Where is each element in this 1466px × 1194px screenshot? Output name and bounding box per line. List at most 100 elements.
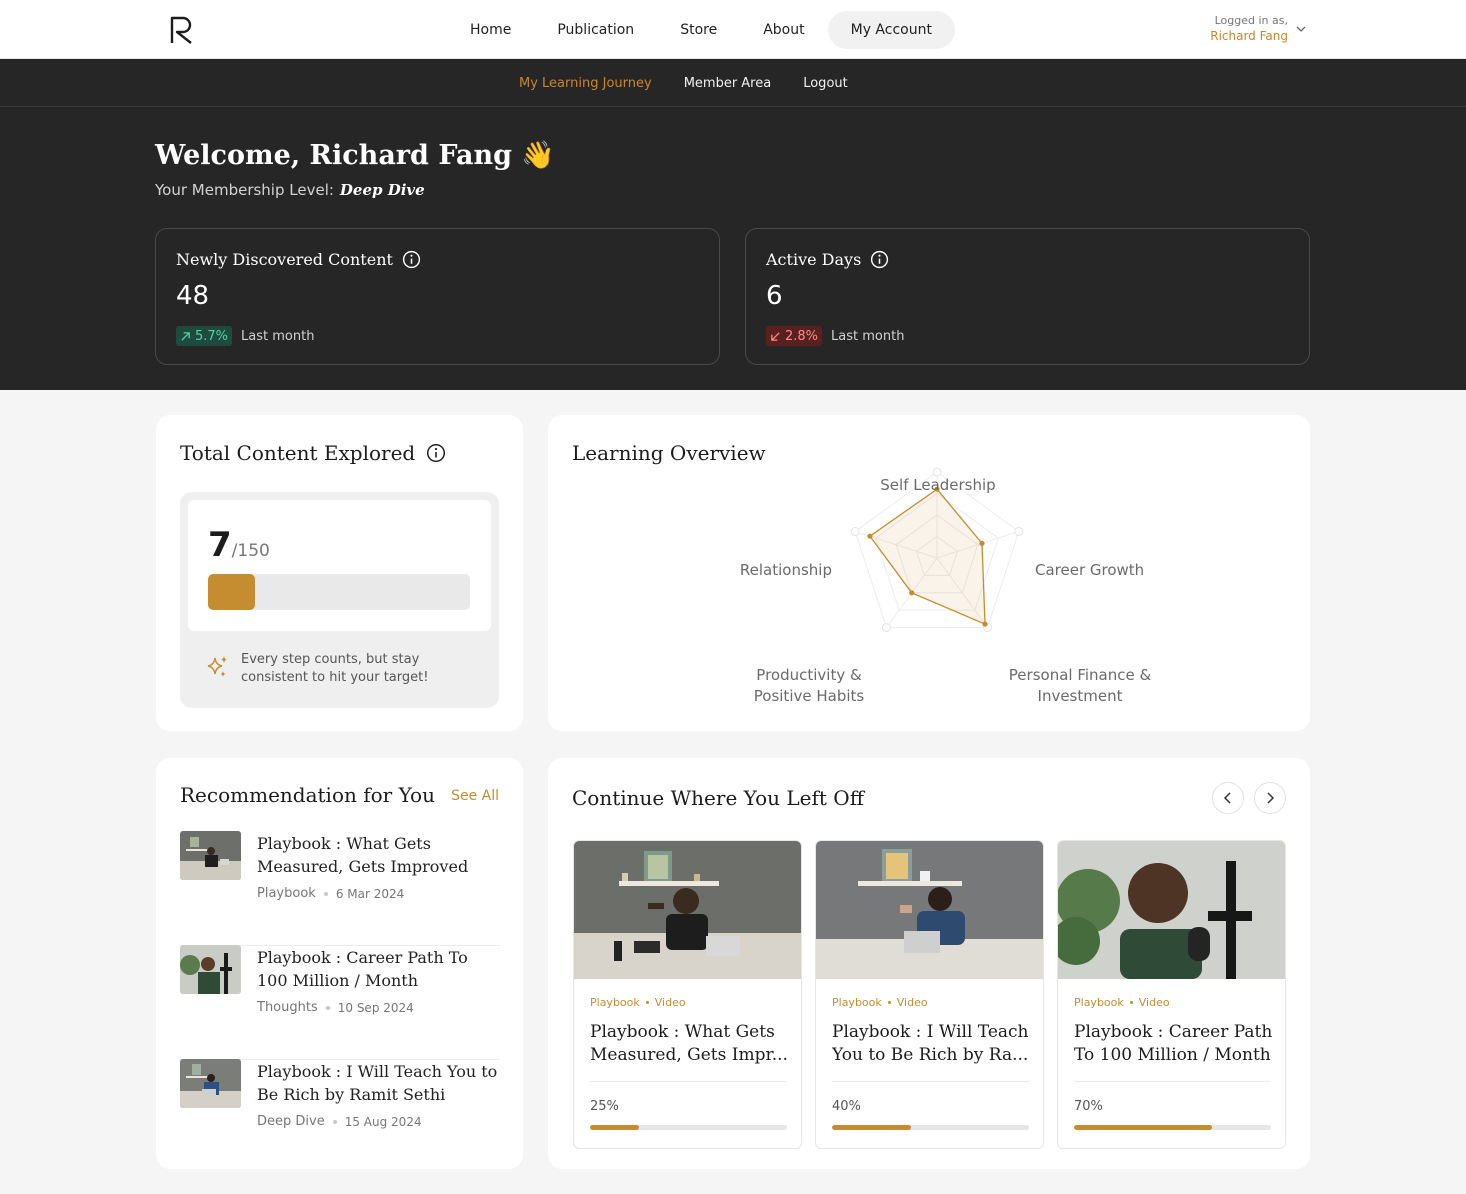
continue-item[interactable]: Playbook Video Playbook : I Will Teach Yo… [815, 840, 1044, 1149]
radar-label-career-growth: Career Growth [1035, 561, 1145, 579]
nav-publication[interactable]: Publication [534, 11, 657, 49]
item-title: Playbook : I Will Teach You to Be Rich b… [832, 1022, 1029, 1065]
radar-label-personal-finance: Personal Finance & Investment [1008, 666, 1152, 705]
logged-in-label: Logged in as, [1214, 14, 1288, 27]
recommendation-title: Playbook : I Will Teach You to Be Rich b… [257, 1062, 498, 1104]
nav-home[interactable]: Home [447, 11, 534, 49]
explored-progress-fill [208, 574, 256, 610]
stat-trend: 5.7% Last month [176, 326, 314, 346]
trend-value: 5.7% [195, 328, 229, 344]
card-title: Total Content Explored [180, 441, 416, 465]
account-menu[interactable]: Logged in as, Richard Fang [1210, 13, 1288, 45]
info-icon[interactable] [870, 250, 889, 269]
membership-label: Your Membership Level: [155, 181, 334, 199]
nav-my-account[interactable]: My Account [827, 11, 955, 49]
item-type: Video [1138, 996, 1170, 1009]
stat-value: 48 [176, 281, 210, 311]
radar-label-relationship: Relationship [739, 561, 832, 579]
recommendation-item[interactable]: Playbook : Career Path To 100 Million / … [180, 945, 500, 1060]
membership-level: Your Membership Level: Deep Dive [155, 181, 425, 199]
trend-up-badge: 5.7% [176, 326, 233, 346]
nav-store[interactable]: Store [657, 11, 740, 49]
radar-chart [850, 467, 1024, 633]
carousel-next-button[interactable] [1254, 782, 1286, 814]
stat-title: Active Days [766, 250, 862, 269]
recommendation-date: 15 Aug 2024 [344, 1114, 422, 1129]
radar-data-area [869, 488, 986, 626]
radar-axis-end [881, 623, 891, 633]
carousel-prev-button[interactable] [1212, 782, 1244, 814]
info-icon[interactable] [426, 443, 446, 463]
radar-label-productivity: Productivity & Positive Habits [753, 666, 865, 705]
radar-data-point [867, 533, 873, 539]
explored-count: 7/150 [208, 525, 270, 565]
see-all-link[interactable]: See All [451, 788, 499, 804]
recommendation-thumbnail [180, 831, 241, 880]
item-title: Playbook : Career Path To 100 Million / … [1074, 1022, 1273, 1065]
item-progress-fill [1074, 1125, 1212, 1130]
explored-value: 7 [208, 525, 232, 565]
subnav-logout[interactable]: Logout [787, 76, 864, 91]
item-type: Video [654, 996, 686, 1009]
continue-card: Continue Where You Left Off Playbook Vide… [548, 758, 1310, 1169]
stat-title: Newly Discovered Content [176, 250, 393, 269]
continue-item[interactable]: Playbook Video Playbook : What Gets Measu… [573, 840, 802, 1149]
radar-label-self-leadership: Self Leadership [880, 476, 996, 494]
stat-card-new-content: Newly Discovered Content 48 5.7% Last mo… [155, 228, 720, 365]
chevron-down-icon[interactable] [1294, 22, 1308, 36]
card-title: Continue Where You Left Off [572, 786, 864, 810]
total-content-card: Total Content Explored 7/150 Every step … [156, 415, 523, 731]
recommendation-title: Playbook : What Gets Measured, Gets Impr… [257, 834, 469, 876]
item-category: Playbook [832, 996, 882, 1009]
subnav-learning-journey[interactable]: My Learning Journey [503, 76, 668, 91]
recommendation-category: Playbook [257, 886, 316, 901]
recommendation-thumbnail [180, 1059, 241, 1108]
stat-card-active-days: Active Days 6 2.8% Last month [745, 228, 1310, 365]
radar-axis-end [1014, 526, 1024, 536]
recommendation-category: Thoughts [257, 1000, 318, 1015]
video-thumbnail [1058, 841, 1285, 979]
trend-period: Last month [241, 328, 315, 344]
radar-data-point [909, 590, 915, 596]
radar-data-point [982, 621, 988, 627]
explored-total: /150 [231, 541, 270, 561]
recommendation-item[interactable]: Playbook : I Will Teach You to Be Rich b… [180, 1059, 500, 1174]
recommendation-date: 6 Mar 2024 [335, 886, 405, 901]
subnav-member-area[interactable]: Member Area [668, 76, 788, 91]
radar-data-point [979, 540, 985, 546]
video-thumbnail [574, 841, 801, 979]
recommendation-card: Recommendation for You See All Playbook … [156, 758, 523, 1169]
recommendation-title: Playbook : Career Path To 100 Million / … [257, 948, 468, 990]
item-progress-bar [832, 1125, 1029, 1130]
top-navbar: Home Publication Store About My Account … [0, 0, 1466, 59]
nav-about[interactable]: About [740, 11, 827, 49]
item-type: Video [896, 996, 928, 1009]
hero-section: Welcome, Richard Fang 👋 Your Membership … [0, 107, 1466, 390]
continue-item[interactable]: Playbook Video Playbook : Career Path To … [1057, 840, 1286, 1149]
item-category: Playbook [590, 996, 640, 1009]
sub-navbar: My Learning Journey Member Area Logout [0, 59, 1466, 107]
sparkle-icon [207, 656, 227, 677]
item-progress-bar [590, 1125, 787, 1130]
item-title: Playbook : What Gets Measured, Gets Impr… [590, 1022, 788, 1065]
info-icon[interactable] [402, 250, 421, 269]
stat-value: 6 [766, 281, 783, 311]
radar-axis-end [850, 526, 860, 536]
recommendation-item[interactable]: Playbook : What Gets Measured, Gets Impr… [180, 831, 500, 946]
chevron-right-icon [1267, 792, 1275, 804]
trend-period: Last month [831, 328, 905, 344]
main-nav: Home Publication Store About My Account [447, 11, 955, 49]
item-progress-fill [832, 1125, 911, 1130]
arrow-up-right-icon [181, 331, 190, 341]
item-progress-label: 70% [1074, 1099, 1103, 1114]
recommendation-date: 10 Sep 2024 [337, 1000, 414, 1015]
motivation-text: Every step counts, but stay consistent t… [241, 652, 429, 685]
chevron-left-icon [1223, 792, 1231, 804]
card-title: Recommendation for You [180, 783, 435, 807]
item-progress-fill [590, 1125, 640, 1130]
user-name: Richard Fang [1210, 29, 1288, 43]
progress-panel: 7/150 Every step counts, but stay consis… [180, 492, 499, 708]
r-logo-icon[interactable] [168, 15, 196, 45]
item-progress-bar [1074, 1125, 1271, 1130]
item-category: Playbook [1074, 996, 1124, 1009]
